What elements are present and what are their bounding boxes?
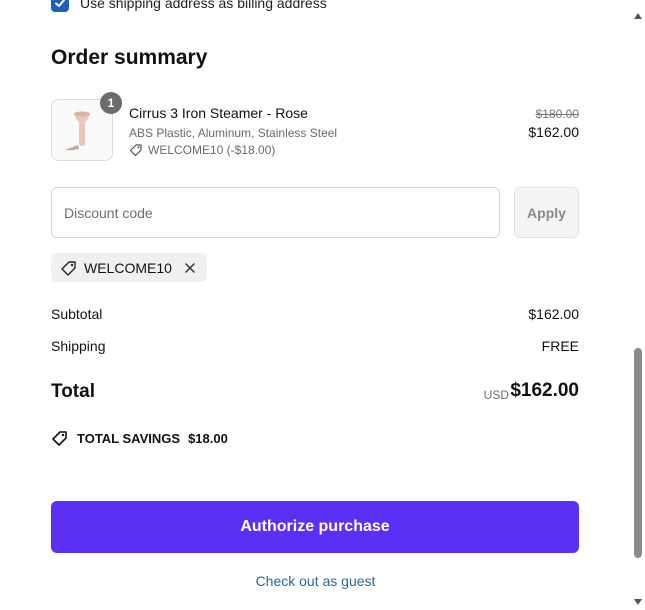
remove-discount-button[interactable] [182,260,198,276]
total-savings-value: $18.00 [188,430,228,446]
total-label: Total [51,381,95,402]
discount-code-input[interactable] [51,187,500,238]
product-discount-label: WELCOME10 (-$18.00) [148,143,276,157]
checkout-as-guest-link[interactable]: Check out as guest [0,573,631,589]
close-icon [185,262,195,273]
tag-icon [129,144,142,157]
shipping-label: Shipping [51,338,106,354]
billing-address-checkbox[interactable] [51,0,69,12]
checkmark-icon [55,0,65,7]
apply-discount-button[interactable]: Apply [514,187,579,238]
authorize-purchase-button[interactable]: Authorize purchase [51,501,579,553]
quantity-badge: 1 [100,92,122,114]
scroll-up-arrow-icon[interactable] [634,6,642,24]
applied-discount-chip: WELCOME10 [51,253,207,282]
product-price: $162.00 [528,124,579,140]
subtotal-label: Subtotal [51,306,103,322]
billing-address-label: Use shipping address as billing address [80,0,327,11]
shipping-value: FREE [541,338,579,354]
tag-icon [52,431,67,446]
total-savings-label: TOTAL SAVINGS [77,430,181,446]
total-savings: TOTAL SAVINGS $18.00 [51,429,228,447]
scroll-down-arrow-icon[interactable] [634,592,642,610]
order-summary-title: Order summary [51,46,208,69]
applied-discount-code: WELCOME10 [84,259,172,276]
total-currency: USD [483,388,509,402]
tag-icon [61,260,76,276]
product-original-price: $180.00 [535,107,579,121]
scrollbar-thumb[interactable] [634,348,642,558]
product-discount: WELCOME10 (-$18.00) [129,143,275,157]
total-value: $162.00 [510,380,579,401]
subtotal-value: $162.00 [528,306,579,322]
product-variant: ABS Plastic, Aluminum, Stainless Steel [129,126,338,140]
product-name: Cirrus 3 Iron Steamer - Rose [129,105,308,121]
